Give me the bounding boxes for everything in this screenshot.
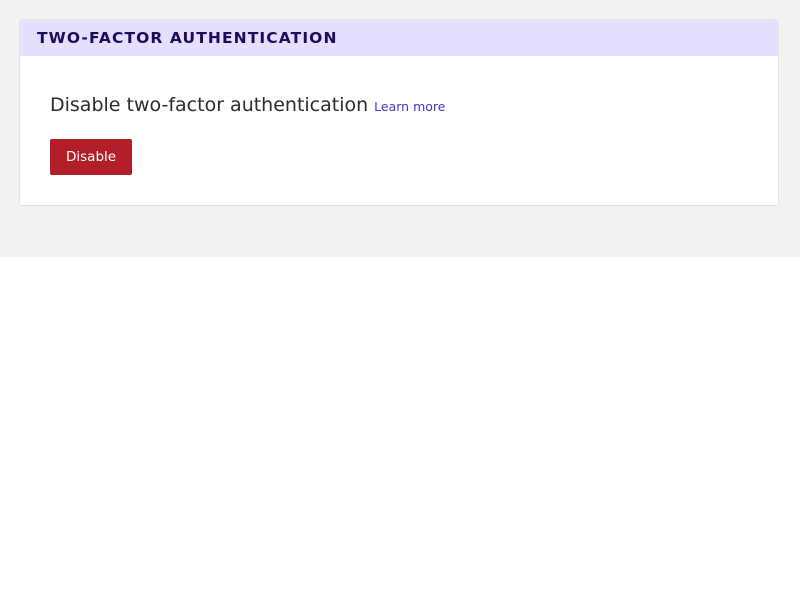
disable-button[interactable]: Disable [50, 139, 133, 175]
learn-more-link[interactable]: Learn more [374, 99, 445, 114]
section-heading: Disable two-factor authentication [50, 94, 369, 116]
card-body: Disable two-factor authentication Learn … [20, 56, 778, 175]
two-factor-card: TWO-FACTOR AUTHENTICATION Disable two-fa… [19, 19, 779, 206]
card-header: TWO-FACTOR AUTHENTICATION [20, 20, 778, 56]
heading-row: Disable two-factor authentication Learn … [50, 94, 748, 124]
card-title: TWO-FACTOR AUTHENTICATION [37, 29, 338, 47]
